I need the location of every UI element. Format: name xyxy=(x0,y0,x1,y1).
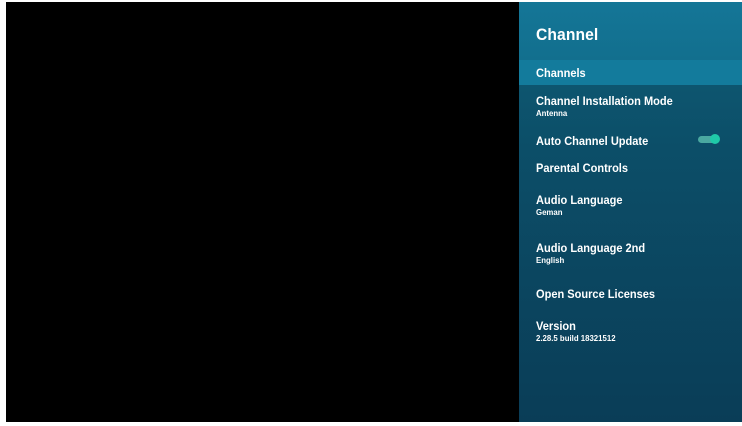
channel-settings-panel: Channel Channels Channel Installation Mo… xyxy=(519,2,742,422)
toggle-knob xyxy=(710,133,720,144)
menu-item-value: English xyxy=(536,255,565,265)
menu-item-auto-channel-update[interactable]: Auto Channel Update xyxy=(519,124,742,153)
menu-item-audio-language[interactable]: Audio Language Geman xyxy=(519,182,742,230)
menu-item-value: Antenna xyxy=(536,108,568,118)
menu-item-parental-controls[interactable]: Parental Controls xyxy=(519,153,742,182)
menu-item-label: Channels xyxy=(536,66,586,80)
settings-menu: Channels Channel Installation Mode Anten… xyxy=(519,60,742,352)
menu-item-channel-installation-mode[interactable]: Channel Installation Mode Antenna xyxy=(519,85,742,124)
menu-item-channels[interactable]: Channels xyxy=(519,60,742,85)
panel-title: Channel xyxy=(536,25,599,44)
menu-item-open-source-licenses[interactable]: Open Source Licenses xyxy=(519,278,742,312)
menu-item-label: Version xyxy=(536,319,576,333)
menu-item-value: 2.28.5 build 18321512 xyxy=(536,333,616,343)
auto-channel-update-toggle[interactable] xyxy=(698,133,720,144)
menu-item-version[interactable]: Version 2.28.5 build 18321512 xyxy=(519,312,742,352)
menu-item-label: Parental Controls xyxy=(536,161,629,175)
menu-item-label: Audio Language 2nd xyxy=(536,241,646,255)
menu-item-label: Channel Installation Mode xyxy=(536,94,673,108)
menu-item-value: Geman xyxy=(536,207,563,217)
panel-header: Channel xyxy=(519,2,742,60)
menu-item-audio-language-2nd[interactable]: Audio Language 2nd English xyxy=(519,230,742,278)
menu-item-label: Open Source Licenses xyxy=(536,287,656,301)
menu-item-label: Audio Language xyxy=(536,193,623,207)
